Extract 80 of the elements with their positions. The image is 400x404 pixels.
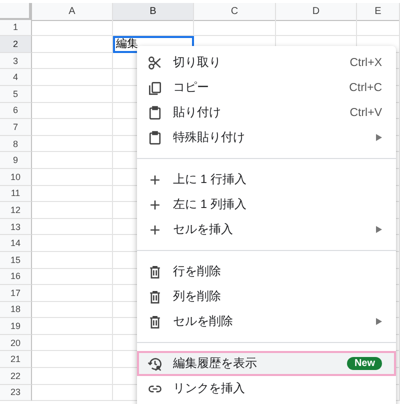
table-cell[interactable] <box>32 334 113 352</box>
row-header[interactable]: 23 <box>0 384 32 402</box>
menu-item[interactable]: 貼り付け Ctrl+V <box>137 100 396 125</box>
row-header[interactable]: 12 <box>0 202 32 219</box>
shortcut-text: Ctrl+C <box>349 82 382 94</box>
row-header[interactable]: 13 <box>0 218 32 236</box>
menu-item[interactable]: 列を削除 <box>137 284 396 309</box>
table-cell[interactable] <box>194 20 276 36</box>
copy-icon <box>147 80 163 96</box>
table-cell[interactable] <box>276 20 357 36</box>
table-cell[interactable] <box>32 318 113 335</box>
menu-item[interactable]: 上に 1 行挿入 <box>137 167 396 192</box>
column-header[interactable]: D <box>276 3 357 21</box>
shortcut-text: Ctrl+V <box>350 106 382 118</box>
column-header[interactable]: B <box>113 3 194 21</box>
table-cell[interactable] <box>32 285 113 302</box>
menu-item[interactable]: 編集履歴を表示 New <box>137 351 396 376</box>
row-header[interactable]: 9 <box>0 152 32 169</box>
table-cell[interactable] <box>32 152 113 169</box>
table-cell[interactable] <box>32 252 113 268</box>
row-header[interactable]: 4 <box>0 69 32 86</box>
row-header[interactable]: 15 <box>0 252 32 268</box>
row-header[interactable]: 16 <box>0 268 32 286</box>
table-cell[interactable] <box>32 119 113 136</box>
select-all-corner[interactable] <box>0 3 32 21</box>
row-header[interactable]: 2 <box>0 36 32 53</box>
row-header[interactable]: 3 <box>0 52 32 70</box>
row-header[interactable]: 14 <box>0 235 32 252</box>
row-header[interactable]: 8 <box>0 136 32 152</box>
menu-item[interactable]: 行を削除 <box>137 259 396 284</box>
row-header[interactable]: 11 <box>0 186 32 202</box>
row-header[interactable]: 21 <box>0 351 32 368</box>
column-header[interactable]: E <box>357 3 400 21</box>
table-cell[interactable] <box>32 384 113 402</box>
clipboard-icon <box>147 130 163 146</box>
trash-icon <box>147 314 163 330</box>
menu-item[interactable]: セルを挿入 <box>137 217 396 242</box>
row-header[interactable]: 19 <box>0 318 32 335</box>
table-cell[interactable] <box>32 20 113 36</box>
table-cell[interactable] <box>32 86 113 103</box>
row-header[interactable]: 10 <box>0 168 32 186</box>
row-header[interactable]: 17 <box>0 285 32 302</box>
table-cell[interactable] <box>32 202 113 219</box>
clipboard-icon <box>147 104 163 120</box>
table-cell[interactable] <box>32 52 113 70</box>
table-cell[interactable] <box>32 136 113 152</box>
column-header[interactable]: A <box>32 3 113 21</box>
table-cell[interactable] <box>32 102 113 120</box>
menu-item[interactable]: セルを削除 <box>137 309 396 334</box>
row-header[interactable]: 20 <box>0 334 32 352</box>
menu-item[interactable]: リンクを挿入 <box>137 376 396 401</box>
menu-item[interactable]: コピー Ctrl+C <box>137 75 396 100</box>
table-cell[interactable] <box>32 302 113 318</box>
table-cell[interactable] <box>32 69 113 86</box>
history-icon <box>147 356 163 372</box>
menu-item[interactable]: 切り取り Ctrl+X <box>137 50 396 75</box>
shortcut-text: Ctrl+X <box>350 56 382 68</box>
table-cell[interactable] <box>113 20 194 36</box>
menu-item[interactable]: 左に 1 列挿入 <box>137 192 396 217</box>
row-header[interactable]: 1 <box>0 20 32 36</box>
table-cell[interactable] <box>32 268 113 286</box>
menu-item[interactable]: 特殊貼り付け <box>137 125 396 150</box>
table-cell[interactable] <box>32 186 113 202</box>
table-cell[interactable] <box>32 235 113 252</box>
scissors-icon <box>147 54 163 70</box>
table-cell[interactable] <box>32 168 113 186</box>
row-header[interactable]: 6 <box>0 102 32 120</box>
table-cell[interactable] <box>32 368 113 385</box>
trash-icon <box>147 288 163 304</box>
row-header[interactable]: 5 <box>0 86 32 103</box>
row-header[interactable]: 18 <box>0 302 32 318</box>
table-cell[interactable] <box>32 36 113 53</box>
table-cell[interactable] <box>357 20 400 36</box>
new-badge: New <box>347 357 382 370</box>
table-cell[interactable] <box>32 218 113 236</box>
row-header[interactable]: 7 <box>0 119 32 136</box>
table-cell[interactable] <box>32 351 113 368</box>
trash-icon <box>147 264 163 280</box>
row-header[interactable]: 22 <box>0 368 32 385</box>
column-header[interactable]: C <box>194 3 276 21</box>
